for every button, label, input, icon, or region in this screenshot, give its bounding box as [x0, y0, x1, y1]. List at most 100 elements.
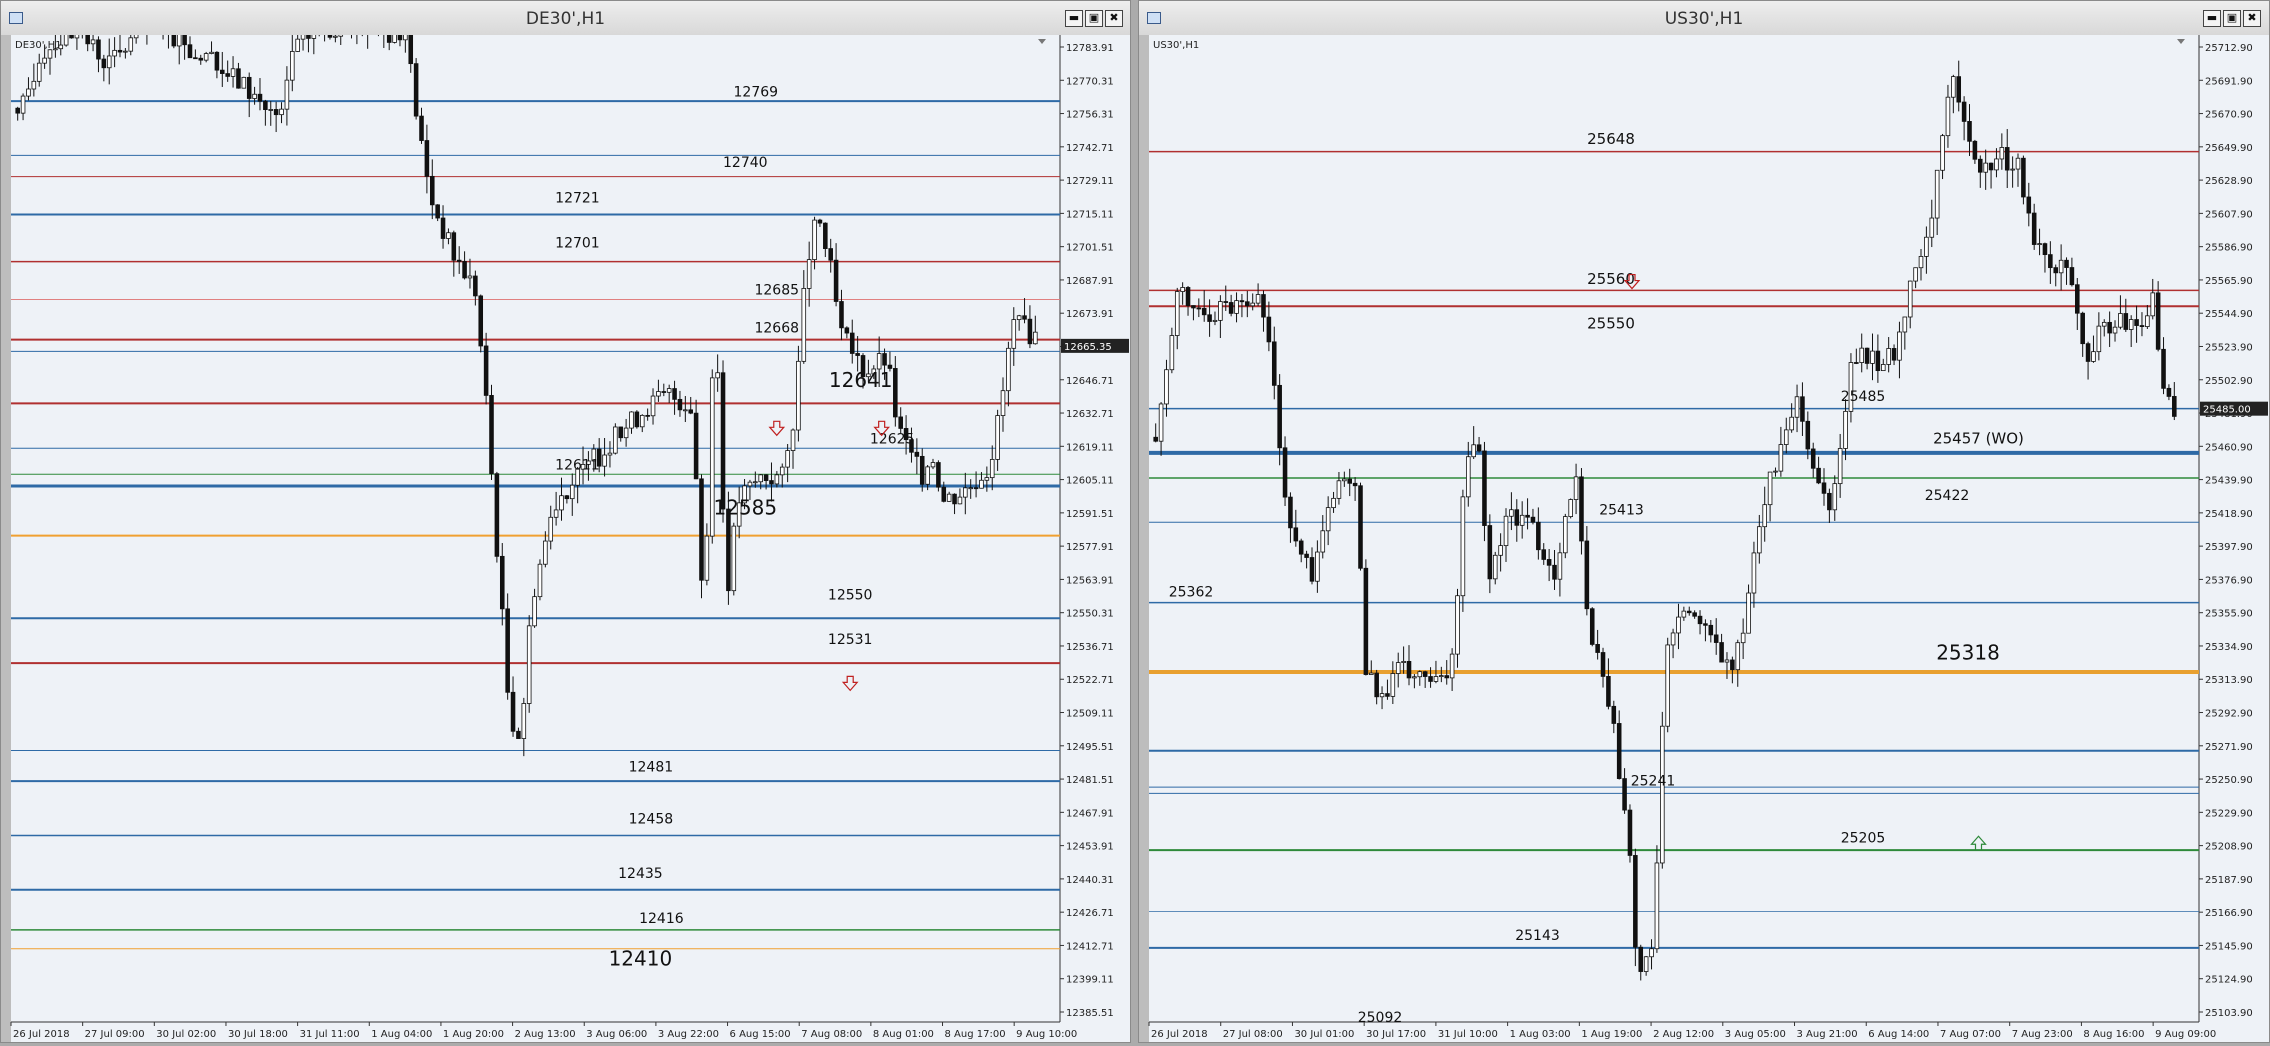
- candle-body: [467, 275, 473, 279]
- candle-body: [133, 25, 139, 39]
- candle-body: [1011, 319, 1017, 349]
- candle-body: [1234, 300, 1239, 314]
- candle-body: [1552, 564, 1557, 580]
- level-annotation: 25318: [1936, 640, 2000, 664]
- chart-window-de30[interactable]: DE30',H1 ▬ ▣ ✖ DE30',H1 12769 12740 12721 12…: [0, 0, 1131, 1043]
- price-tick-label: 12742.71: [1066, 143, 1114, 154]
- candle-body: [300, 29, 306, 40]
- price-tick-label: 25670.90: [2205, 110, 2253, 121]
- candle-body: [1643, 956, 1649, 972]
- candle-body: [758, 474, 763, 483]
- price-tick-label: 12399.11: [1066, 975, 1114, 986]
- price-tick-label: 12550.31: [1066, 609, 1114, 620]
- candle-body: [828, 248, 833, 261]
- candle-body: [1336, 480, 1342, 499]
- candle-body: [279, 108, 284, 116]
- candle-body: [1514, 509, 1520, 526]
- candle-body: [510, 691, 516, 732]
- price-tick-label: 12453.91: [1066, 842, 1114, 853]
- candle-body: [672, 388, 677, 400]
- candle-body: [2004, 147, 2010, 171]
- candle-body: [489, 395, 494, 475]
- candle-body: [1951, 76, 1956, 98]
- candle-body: [1649, 948, 1654, 958]
- candle-body: [559, 495, 564, 511]
- candle-body: [629, 411, 634, 429]
- candle-body: [1697, 615, 1703, 625]
- candle-body: [779, 466, 785, 476]
- candle-body: [2139, 325, 2145, 327]
- candle-body: [2096, 325, 2102, 353]
- window-titlebar[interactable]: DE30',H1 ▬ ▣ ✖: [1, 1, 1130, 36]
- time-tick-label: 7 Aug 08:00: [801, 1029, 862, 1040]
- candle-body: [90, 39, 96, 45]
- candle-body: [1686, 610, 1692, 614]
- candle-body: [42, 57, 47, 64]
- candle-body: [1762, 504, 1767, 528]
- candle-body: [2037, 243, 2042, 246]
- candle-body: [1401, 660, 1406, 663]
- candle-body: [731, 525, 737, 592]
- time-tick-label: 26 Jul 2018: [1151, 1029, 1208, 1040]
- price-tick-label: 25418.90: [2205, 509, 2253, 520]
- candle-body: [1918, 255, 1924, 269]
- candle-body: [1751, 552, 1757, 594]
- time-tick-label: 9 Aug 10:00: [1016, 1029, 1077, 1040]
- price-tick-label: 25565.90: [2205, 276, 2253, 287]
- candle-body: [2048, 254, 2053, 269]
- price-chart[interactable]: US30',H1 25648 25560 25550 25485 25457 (WO) 25…: [1139, 35, 2269, 1042]
- level-annotation: 12668: [754, 321, 799, 337]
- close-button[interactable]: ✖: [2243, 10, 2261, 27]
- candle-body: [1471, 444, 1476, 458]
- candle-body: [209, 51, 214, 54]
- candle-body: [435, 204, 440, 219]
- candle-body: [1579, 476, 1584, 542]
- price-tick-label: 25691.90: [2205, 76, 2253, 87]
- price-tick-label: 25649.90: [2205, 143, 2253, 154]
- candle-body: [198, 57, 204, 61]
- time-tick-label: 8 Aug 16:00: [2083, 1029, 2144, 1040]
- candle-body: [747, 481, 753, 487]
- chart-window-us30[interactable]: US30',H1 ▬ ▣ ✖ US30',H1 25648 25560 25550 25…: [1138, 0, 2270, 1043]
- candle-body: [957, 496, 963, 505]
- candle-body: [15, 107, 20, 114]
- candle-body: [763, 474, 769, 481]
- candle-body: [26, 88, 31, 97]
- candle-body: [1368, 672, 1374, 675]
- candle-body: [74, 17, 80, 39]
- candle-body: [1331, 497, 1336, 509]
- chart-plot-area[interactable]: US30',H1 25648 25560 25550 25485 25457 (WO) 25…: [1139, 35, 2269, 1042]
- candle-body: [1444, 675, 1450, 679]
- minimize-button[interactable]: ▬: [1065, 10, 1083, 27]
- candle-body: [1212, 319, 1218, 322]
- window-titlebar[interactable]: US30',H1 ▬ ▣ ✖: [1139, 1, 2269, 36]
- candle-body: [1288, 496, 1293, 529]
- candle-body: [1293, 527, 1299, 542]
- candle-body: [203, 53, 209, 61]
- candle-body: [2118, 313, 2123, 328]
- candle-body: [1735, 642, 1741, 671]
- price-tick-label: 12509.11: [1066, 709, 1114, 720]
- candle-body: [36, 62, 42, 82]
- maximize-button[interactable]: ▣: [1085, 10, 1103, 27]
- price-tick-label: 12605.11: [1066, 476, 1114, 487]
- maximize-button[interactable]: ▣: [2223, 10, 2241, 27]
- candle-body: [1956, 76, 1962, 103]
- candle-body: [1837, 448, 1843, 485]
- minimize-button[interactable]: ▬: [2203, 10, 2221, 27]
- price-tick-label: 12591.51: [1066, 509, 1114, 520]
- price-tick-label: 12522.71: [1066, 675, 1114, 686]
- chart-plot-area[interactable]: DE30',H1 12769 12740 12721 12701 12685 12668 12…: [1, 0, 1130, 1042]
- candle-body: [1022, 315, 1027, 320]
- close-button[interactable]: ✖: [1105, 10, 1123, 27]
- time-tick-label: 3 Aug 06:00: [586, 1029, 647, 1040]
- level-annotation: 12410: [609, 946, 673, 970]
- candle-body: [1379, 693, 1385, 698]
- candle-body: [1999, 147, 2005, 160]
- candle-body: [1810, 448, 1816, 469]
- price-tick-label: 12481.51: [1066, 775, 1114, 786]
- price-chart[interactable]: DE30',H1 12769 12740 12721 12701 12685 12668 12…: [1, 0, 1130, 1042]
- candle-body: [2161, 348, 2166, 389]
- candle-body: [451, 232, 457, 261]
- time-tick-label: 1 Aug 03:00: [1510, 1029, 1571, 1040]
